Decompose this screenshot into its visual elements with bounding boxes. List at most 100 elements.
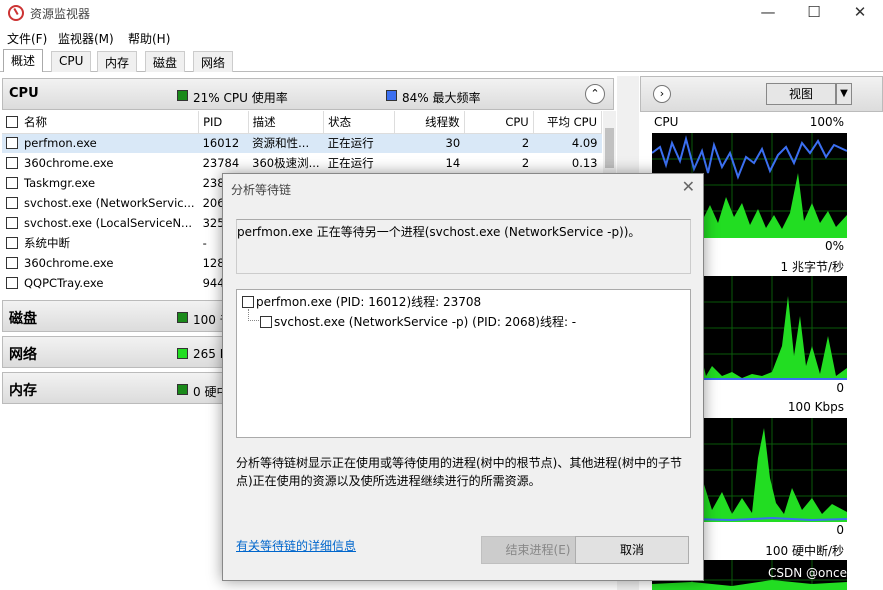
memory-section-title: 内存 (9, 383, 37, 399)
dialog-message: perfmon.exe 正在等待另一个进程(svchost.exe (Netwo… (236, 219, 691, 274)
table-header-row: 名称 PID 描述 状态 线程数 CPU 平均 CPU (2, 111, 603, 134)
cell-text: 360极速浏... (252, 156, 320, 170)
table-row[interactable]: 360chrome.exe 23784 360极速浏... 正在运行 14 2 0.13 (2, 153, 602, 173)
cell-text: 23784 (202, 156, 240, 170)
col-desc[interactable]: 描述 (248, 111, 325, 134)
cell-threads: 14 (394, 153, 464, 173)
cell-name: perfmon.exe (2, 133, 199, 153)
title-bar: 资源监视器 — ☐ ✕ (0, 0, 883, 26)
disk-section-title: 磁盘 (9, 311, 37, 327)
col-name[interactable]: 名称 (2, 111, 200, 134)
cell-text: 360chrome.exe (24, 156, 114, 170)
network-section-title: 网络 (9, 347, 37, 363)
graph-cpu-label: CPU (654, 115, 679, 129)
cell-cpu: 2 (464, 153, 533, 173)
wait-chain-dialog: 分析等待链 ✕ perfmon.exe 正在等待另一个进程(svchost.ex… (222, 173, 704, 581)
row-checkbox[interactable] (6, 237, 18, 249)
collapse-icon[interactable]: ⌃ (585, 84, 605, 104)
tab-disk[interactable]: 磁盘 (145, 51, 186, 72)
tree-child-checkbox[interactable] (260, 316, 272, 328)
cell-text: - (202, 236, 207, 250)
row-checkbox[interactable] (6, 217, 18, 229)
cell-pid: 16012 (198, 133, 249, 153)
view-dropdown-icon[interactable]: ▼ (836, 83, 852, 105)
view-button[interactable]: 视图 (766, 83, 836, 105)
graph-network-min: 0 (836, 523, 844, 537)
network-swatch (177, 348, 188, 359)
row-checkbox[interactable] (6, 197, 18, 209)
cell-text: 16012 (202, 136, 240, 151)
tree-root-label: perfmon.exe (PID: 16012)线程: 23708 (256, 295, 482, 309)
tree-node-root[interactable]: perfmon.exe (PID: 16012)线程: 23708 (242, 293, 481, 310)
dialog-close-icon[interactable]: ✕ (682, 177, 695, 196)
tree-connector (248, 320, 259, 321)
cell-name: 系统中断 (2, 233, 199, 253)
cell-name: svchost.exe (LocalServiceN... (2, 213, 199, 233)
cpu-usage-text: 21% CPU 使用率 (193, 91, 288, 105)
watermark: CSDN @oncevjm (768, 566, 870, 580)
menu-file[interactable]: 文件(F) (7, 30, 47, 47)
tree-root-checkbox[interactable] (242, 296, 254, 308)
menu-help[interactable]: 帮助(H) (128, 30, 170, 47)
tree-node-child[interactable]: svchost.exe (NetworkService -p) (PID: 20… (260, 313, 576, 330)
cell-text: svchost.exe (LocalServiceN... (24, 216, 193, 230)
graph-network-max: 100 Kbps (787, 400, 844, 414)
graph-cpu-min: 0% (824, 239, 844, 253)
cell-text: Taskmgr.exe (24, 176, 96, 190)
cell-cpu: 2 (464, 133, 534, 153)
row-checkbox[interactable] (6, 277, 18, 289)
cell-text: 系统中断 (24, 236, 70, 250)
tab-overview[interactable]: 概述 (3, 49, 44, 72)
cancel-button[interactable]: 取消 (575, 536, 689, 564)
table-row[interactable]: perfmon.exe 16012 资源和性... 正在运行 30 2 4.09 (2, 133, 602, 153)
row-checkbox[interactable] (6, 157, 18, 169)
close-button[interactable]: ✕ (837, 0, 883, 26)
cell-text: QQPCTray.exe (24, 276, 104, 290)
cpu-section-title: CPU (9, 86, 39, 101)
cell-pid: 23784 (199, 153, 249, 173)
row-checkbox[interactable] (6, 257, 18, 269)
cell-desc: 资源和性... (248, 133, 324, 153)
cell-text: 30 (445, 136, 461, 151)
tree-child-label: svchost.exe (NetworkService -p) (PID: 20… (274, 315, 577, 329)
cell-avg: 0.13 (533, 153, 601, 173)
dialog-description: 分析等待链树显示正在使用或等待使用的进程(树中的根节点)、其他进程(树中的子节点… (236, 456, 683, 488)
row-checkbox[interactable] (6, 177, 18, 189)
cell-name: svchost.exe (NetworkServic... (2, 193, 199, 213)
minimize-button[interactable]: — (745, 0, 791, 26)
col-pid[interactable]: PID (198, 111, 249, 134)
tab-bar: 概述 CPU 内存 磁盘 网络 (0, 49, 883, 72)
resource-monitor-icon (8, 5, 24, 21)
cell-name: 360chrome.exe (2, 253, 199, 273)
expand-icon[interactable]: › (653, 85, 671, 103)
maximize-button[interactable]: ☐ (791, 0, 837, 26)
select-all-checkbox[interactable] (6, 115, 18, 128)
cpu-usage-swatch (177, 90, 188, 101)
scrollbar-thumb[interactable] (605, 128, 614, 168)
col-threads[interactable]: 线程数 (394, 111, 465, 134)
graph-disk-max: 1 兆字节/秒 (780, 260, 845, 274)
cpu-section-header[interactable]: CPU 21% CPU 使用率 84% 最大频率 ⌃ (2, 78, 614, 110)
graph-memory-max: 100 硬中断/秒 (765, 544, 844, 558)
graph-cpu-max: 100% (809, 115, 844, 129)
tab-memory[interactable]: 内存 (97, 51, 138, 72)
cell-text: 2 (521, 156, 530, 170)
cell-status: 正在运行 (324, 153, 395, 173)
graph-pane-header: › 视图 ▼ (640, 76, 883, 112)
cell-text: perfmon.exe (24, 136, 97, 151)
col-cpu[interactable]: CPU (464, 111, 534, 134)
cell-name: QQPCTray.exe (2, 273, 199, 293)
wait-chain-help-link[interactable]: 有关等待链的详细信息 (236, 537, 356, 554)
menu-monitor[interactable]: 监视器(M) (58, 30, 114, 47)
row-checkbox[interactable] (6, 137, 18, 150)
col-avg-cpu[interactable]: 平均 CPU (533, 111, 603, 134)
cell-threads: 30 (394, 133, 465, 153)
cell-avg: 4.09 (533, 133, 602, 153)
col-status[interactable]: 状态 (323, 111, 395, 134)
disk-swatch (177, 312, 188, 323)
cell-text: 正在运行 (327, 136, 374, 151)
tab-network[interactable]: 网络 (193, 51, 234, 72)
cpu-freq-text: 84% 最大频率 (402, 91, 481, 105)
cpu-freq-swatch (386, 90, 397, 101)
tab-cpu[interactable]: CPU (51, 51, 92, 72)
